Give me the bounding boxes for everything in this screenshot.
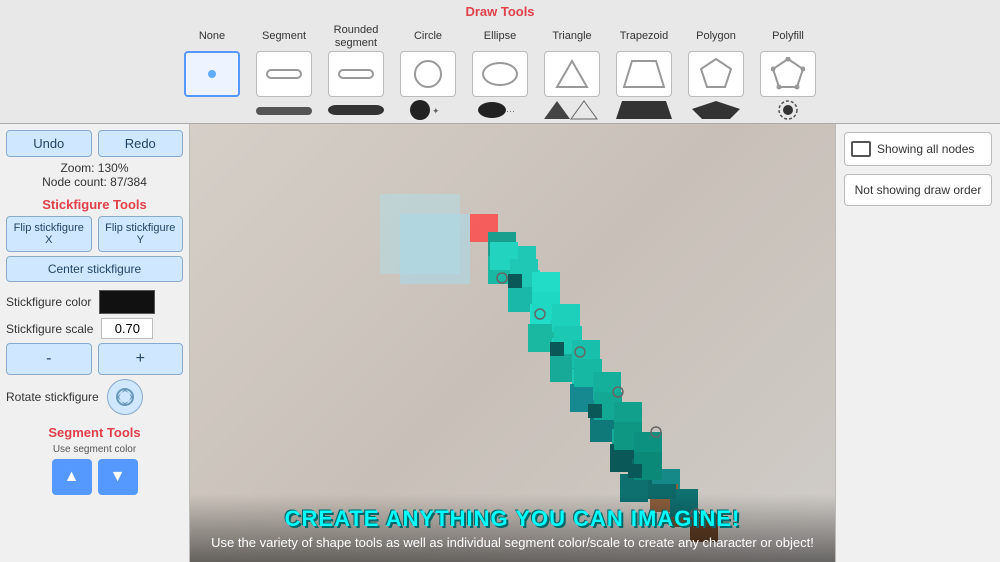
none-icon — [208, 70, 216, 78]
tool-rounded-label: Rounded segment — [322, 23, 390, 51]
redo-button[interactable]: Redo — [98, 130, 184, 157]
right-panel: Showing all nodes Not showing draw order — [835, 124, 1000, 562]
polyfill-icon — [771, 57, 805, 91]
rotate-row: Rotate stickfigure — [6, 379, 183, 415]
arrow-up-button[interactable]: ▲ — [52, 459, 92, 495]
canvas-area[interactable]: CREATE ANYTHING YOU CAN IMAGINE! Use the… — [190, 124, 835, 562]
ellipse-icon — [482, 62, 518, 86]
arrow-row: ▲ ▼ — [6, 459, 183, 495]
bottom-overlay: CREATE ANYTHING YOU CAN IMAGINE! Use the… — [190, 494, 835, 562]
tool-polygon-label: Polygon — [696, 23, 736, 51]
triangle-icon — [555, 57, 589, 91]
tool-circle-label: Circle — [414, 23, 442, 51]
tool-small-none — [178, 99, 246, 121]
segment-tools-label: Segment Tools — [6, 425, 183, 440]
tool-small-segment — [250, 99, 318, 121]
circle-icon — [414, 60, 442, 88]
undo-redo-row: Undo Redo — [6, 130, 183, 157]
tool-small-polygon — [682, 99, 750, 121]
rotate-label: Rotate stickfigure — [6, 390, 99, 404]
color-label: Stickfigure color — [6, 295, 91, 309]
scale-input[interactable]: 0.70 — [101, 318, 153, 339]
undo-button[interactable]: Undo — [6, 130, 92, 157]
sub-text: Use the variety of shape tools as well a… — [210, 535, 815, 550]
tool-circle-box[interactable] — [400, 51, 456, 97]
tool-circle[interactable]: Circle — [394, 23, 462, 97]
tools-row: None Segment Rounded segment Circle — [0, 23, 1000, 97]
tool-polygon-box[interactable] — [688, 51, 744, 97]
show-nodes-button[interactable]: Showing all nodes — [844, 132, 992, 166]
tool-triangle[interactable]: Triangle — [538, 23, 606, 97]
rotate-button[interactable] — [107, 379, 143, 415]
tool-segment[interactable]: Segment — [250, 23, 318, 97]
tool-small-ellipse: ⋯ — [466, 99, 534, 121]
headline-text: CREATE ANYTHING YOU CAN IMAGINE! — [210, 506, 815, 532]
rotate-icon — [115, 387, 135, 407]
tool-polyfill[interactable]: Polyfill — [754, 23, 822, 97]
tool-small-circle: ✦ — [394, 99, 462, 121]
tool-ellipse[interactable]: Ellipse — [466, 23, 534, 97]
segment-icon — [266, 69, 302, 79]
tool-none[interactable]: None — [178, 23, 246, 97]
left-panel: Undo Redo Zoom: 130% Node count: 87/384 … — [0, 124, 190, 562]
tool-segment-label: Segment — [262, 23, 306, 51]
top-toolbar: Draw Tools None Segment Rounded segment … — [0, 0, 1000, 124]
zoom-info: Zoom: 130% Node count: 87/384 — [6, 161, 183, 189]
tool-rounded-box[interactable] — [328, 51, 384, 97]
flip-y-button[interactable]: Flip stickfigure Y — [98, 216, 184, 252]
scale-row: Stickfigure scale 0.70 — [6, 318, 183, 339]
node-count: Node count: 87/384 — [6, 175, 183, 189]
color-swatch[interactable] — [99, 290, 155, 314]
flip-x-button[interactable]: Flip stickfigure X — [6, 216, 92, 252]
stickfigure-tools-label: Stickfigure Tools — [6, 197, 183, 212]
scale-label: Stickfigure scale — [6, 322, 93, 336]
pm-row: - + — [6, 343, 183, 375]
trapezoid-icon — [622, 59, 666, 89]
tool-none-box[interactable] — [184, 51, 240, 97]
tool-triangle-label: Triangle — [552, 23, 591, 51]
zoom-text: Zoom: 130% — [6, 161, 183, 175]
show-nodes-label: Showing all nodes — [877, 142, 974, 156]
polygon-icon — [699, 57, 733, 91]
tool-rounded[interactable]: Rounded segment — [322, 23, 390, 97]
tool-ellipse-label: Ellipse — [484, 23, 516, 51]
tools-row2: ✦ ⋯ — [0, 97, 1000, 121]
tool-polyfill-box[interactable] — [760, 51, 816, 97]
node-icon — [851, 141, 871, 157]
segment-desc: Use segment color — [6, 444, 183, 455]
tool-polyfill-label: Polyfill — [772, 23, 804, 51]
color-row: Stickfigure color — [6, 290, 183, 314]
minus-button[interactable]: - — [6, 343, 92, 375]
svg-text:✦: ✦ — [432, 106, 440, 116]
tool-polygon[interactable]: Polygon — [682, 23, 750, 97]
main-area: Undo Redo Zoom: 130% Node count: 87/384 … — [0, 124, 1000, 562]
draw-order-button[interactable]: Not showing draw order — [844, 174, 992, 206]
arrow-down-button[interactable]: ▼ — [98, 459, 138, 495]
tool-small-rounded — [322, 99, 390, 121]
tool-small-trapezoid — [610, 99, 678, 121]
tool-ellipse-box[interactable] — [472, 51, 528, 97]
svg-text:⋯: ⋯ — [506, 106, 515, 116]
tool-trapezoid-label: Trapezoid — [620, 23, 669, 51]
tool-small-triangle — [538, 99, 606, 121]
plus-button[interactable]: + — [98, 343, 184, 375]
tool-trapezoid-box[interactable] — [616, 51, 672, 97]
center-button[interactable]: Center stickfigure — [6, 256, 183, 282]
draw-tools-title: Draw Tools — [0, 4, 1000, 19]
tool-triangle-box[interactable] — [544, 51, 600, 97]
tool-segment-box[interactable] — [256, 51, 312, 97]
flip-row: Flip stickfigure X Flip stickfigure Y — [6, 216, 183, 252]
tool-none-label: None — [199, 23, 225, 51]
rounded-icon — [338, 69, 374, 79]
tool-trapezoid[interactable]: Trapezoid — [610, 23, 678, 97]
tool-small-polyfill — [754, 99, 822, 121]
